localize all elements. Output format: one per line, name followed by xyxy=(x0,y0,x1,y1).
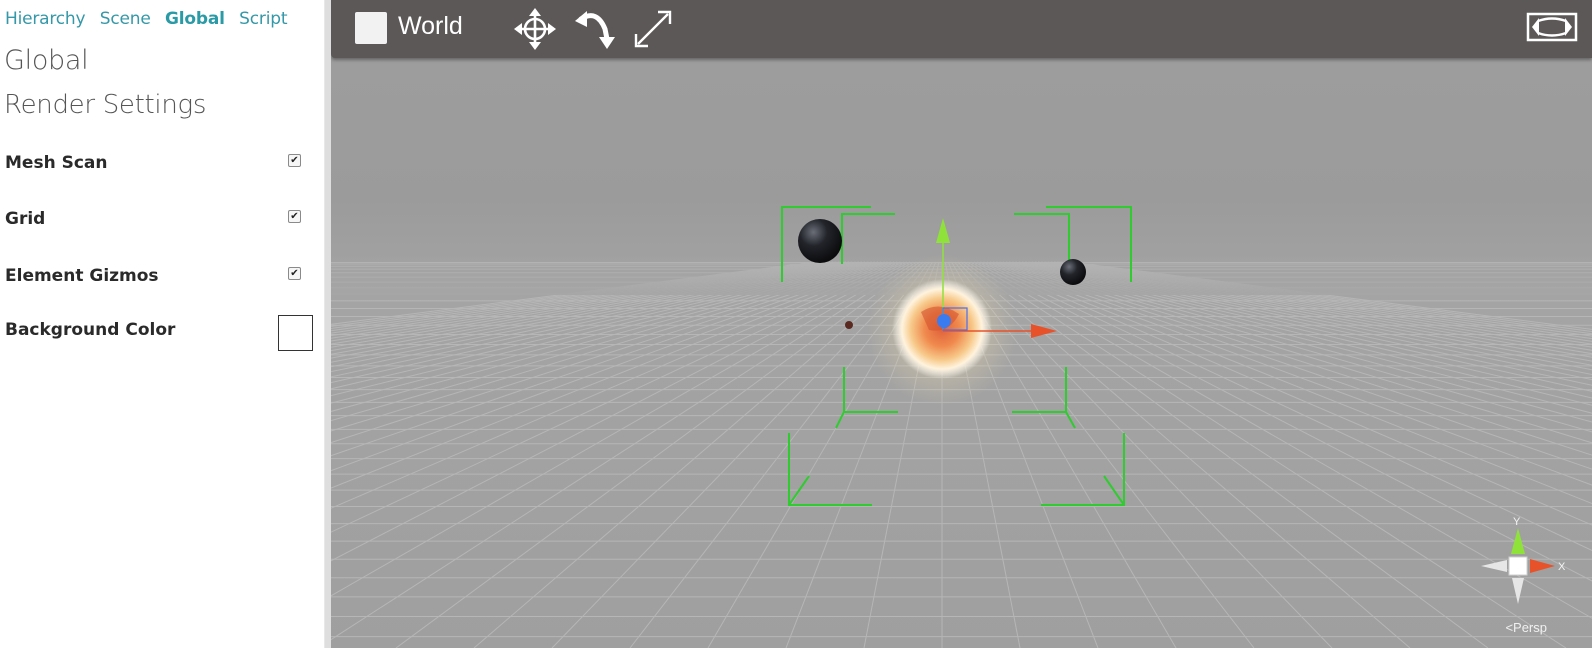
tab-global[interactable]: Global xyxy=(165,9,225,29)
grid-line xyxy=(331,261,872,390)
background-color-label: Background Color xyxy=(5,320,176,340)
grid-line xyxy=(976,261,1592,551)
dark-sphere-small[interactable] xyxy=(1060,259,1086,285)
scene-canvas[interactable]: Y X xyxy=(331,0,1592,648)
background-color-swatch[interactable] xyxy=(278,315,313,351)
viewport-toolbar: World xyxy=(331,0,1592,58)
view-neg-y-cone[interactable] xyxy=(1512,578,1524,604)
grid-line xyxy=(331,261,911,562)
y-axis-arrow[interactable] xyxy=(936,218,950,243)
tab-hierarchy[interactable]: Hierarchy xyxy=(5,9,86,29)
grid-label: Grid xyxy=(5,209,46,229)
setting-row-background-color: Background Color xyxy=(5,315,313,353)
element-gizmos-label: Element Gizmos xyxy=(5,266,159,286)
grid-line xyxy=(964,261,1489,648)
tiny-sphere[interactable] xyxy=(845,321,853,329)
view-center-cube[interactable] xyxy=(1508,556,1528,576)
view-x-cone[interactable] xyxy=(1530,559,1555,573)
mesh-scan-label: Mesh Scan xyxy=(5,153,108,173)
inspector-panel: Hierarchy Scene Global Script Global Ren… xyxy=(0,0,324,648)
space-toggle-label[interactable]: World xyxy=(398,12,463,41)
panel-tabs: Hierarchy Scene Global Script xyxy=(5,9,296,31)
grid-line xyxy=(331,261,875,397)
z-axis-handle[interactable] xyxy=(937,314,951,328)
setting-row-element-gizmos: Element Gizmos ✔ xyxy=(5,262,313,292)
grid-line xyxy=(973,261,1592,582)
tab-script[interactable]: Script xyxy=(239,9,287,29)
orientation-gizmo[interactable]: Y X xyxy=(1481,516,1566,604)
scale-icon[interactable] xyxy=(631,7,675,51)
grid-line xyxy=(331,261,818,327)
dark-sphere-large[interactable] xyxy=(798,219,842,263)
setting-row-grid: Grid ✔ xyxy=(5,205,313,235)
grid-line xyxy=(395,261,920,648)
view-x-label: X xyxy=(1558,561,1566,573)
grid-checkbox[interactable]: ✔ xyxy=(288,210,301,223)
grid-line xyxy=(331,261,901,489)
rotate-icon[interactable] xyxy=(573,7,617,51)
mesh-scan-checkbox[interactable]: ✔ xyxy=(288,154,301,167)
scene-viewport[interactable]: Y X World <Persp xyxy=(331,0,1592,648)
section-title: Render Settings xyxy=(4,90,207,120)
panel-title: Global xyxy=(4,45,89,76)
grid-line xyxy=(1060,261,1592,337)
space-toggle-checkbox[interactable] xyxy=(355,12,387,44)
view-y-label: Y xyxy=(1513,516,1521,528)
element-gizmos-checkbox[interactable]: ✔ xyxy=(288,267,301,280)
maximize-icon[interactable] xyxy=(1526,12,1578,42)
move-icon[interactable] xyxy=(513,7,557,51)
tab-scene[interactable]: Scene xyxy=(100,9,151,29)
setting-row-mesh-scan: Mesh Scan ✔ xyxy=(5,149,313,179)
projection-toggle[interactable]: <Persp xyxy=(1505,620,1547,635)
grid-line xyxy=(1034,261,1592,362)
x-axis-arrow[interactable] xyxy=(1031,324,1057,338)
panel-splitter[interactable] xyxy=(324,0,331,648)
